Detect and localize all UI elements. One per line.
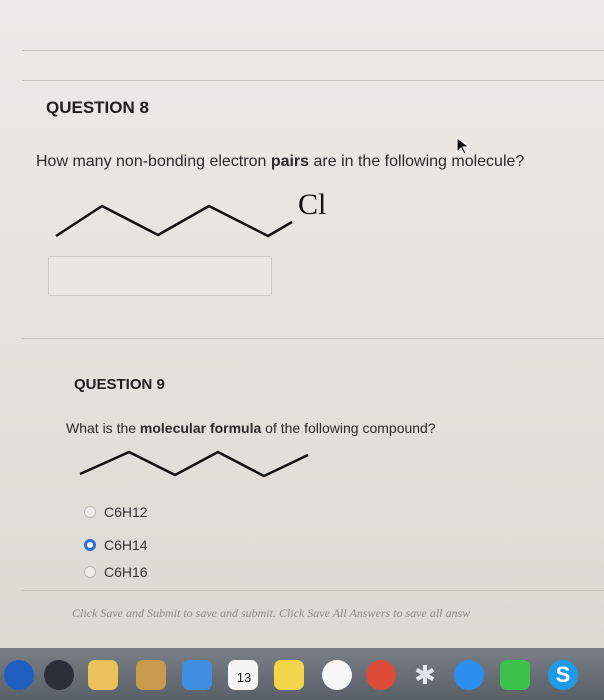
molecule-q9-structure [79,450,309,478]
quiz-page: QUESTION 8 How many non-bonding electron… [0,0,604,648]
option-c6h14[interactable]: C6H14 [84,537,148,553]
option-label: C6H16 [104,566,148,578]
divider [22,590,604,591]
radio-button[interactable] [84,506,96,518]
radio-button-selected[interactable] [84,539,96,551]
notes-icon[interactable] [274,660,304,690]
messages-icon[interactable] [500,660,530,690]
radio-button[interactable] [84,566,96,578]
music-icon[interactable] [322,660,352,690]
skype-icon[interactable]: S [548,660,578,690]
option-label: C6H14 [104,537,148,553]
mouse-cursor-icon [456,137,471,155]
save-instructions: Click Save and Submit to save and submit… [72,606,471,620]
rocket-icon[interactable] [44,660,74,690]
option-c6h16[interactable]: C6H16 [84,566,148,578]
launchpad-icon[interactable] [4,660,34,690]
calendar-day: 13 [236,670,252,685]
option-label: C6H12 [104,504,148,520]
option-c6h12[interactable]: C6H12 [84,504,148,520]
preview-icon[interactable] [88,660,118,690]
photo-icon[interactable] [136,660,166,690]
bluetooth-icon[interactable]: ✱ [414,660,436,691]
folder-icon[interactable] [182,660,212,690]
app-store-icon[interactable] [454,660,484,690]
chrome-icon[interactable] [366,660,396,690]
